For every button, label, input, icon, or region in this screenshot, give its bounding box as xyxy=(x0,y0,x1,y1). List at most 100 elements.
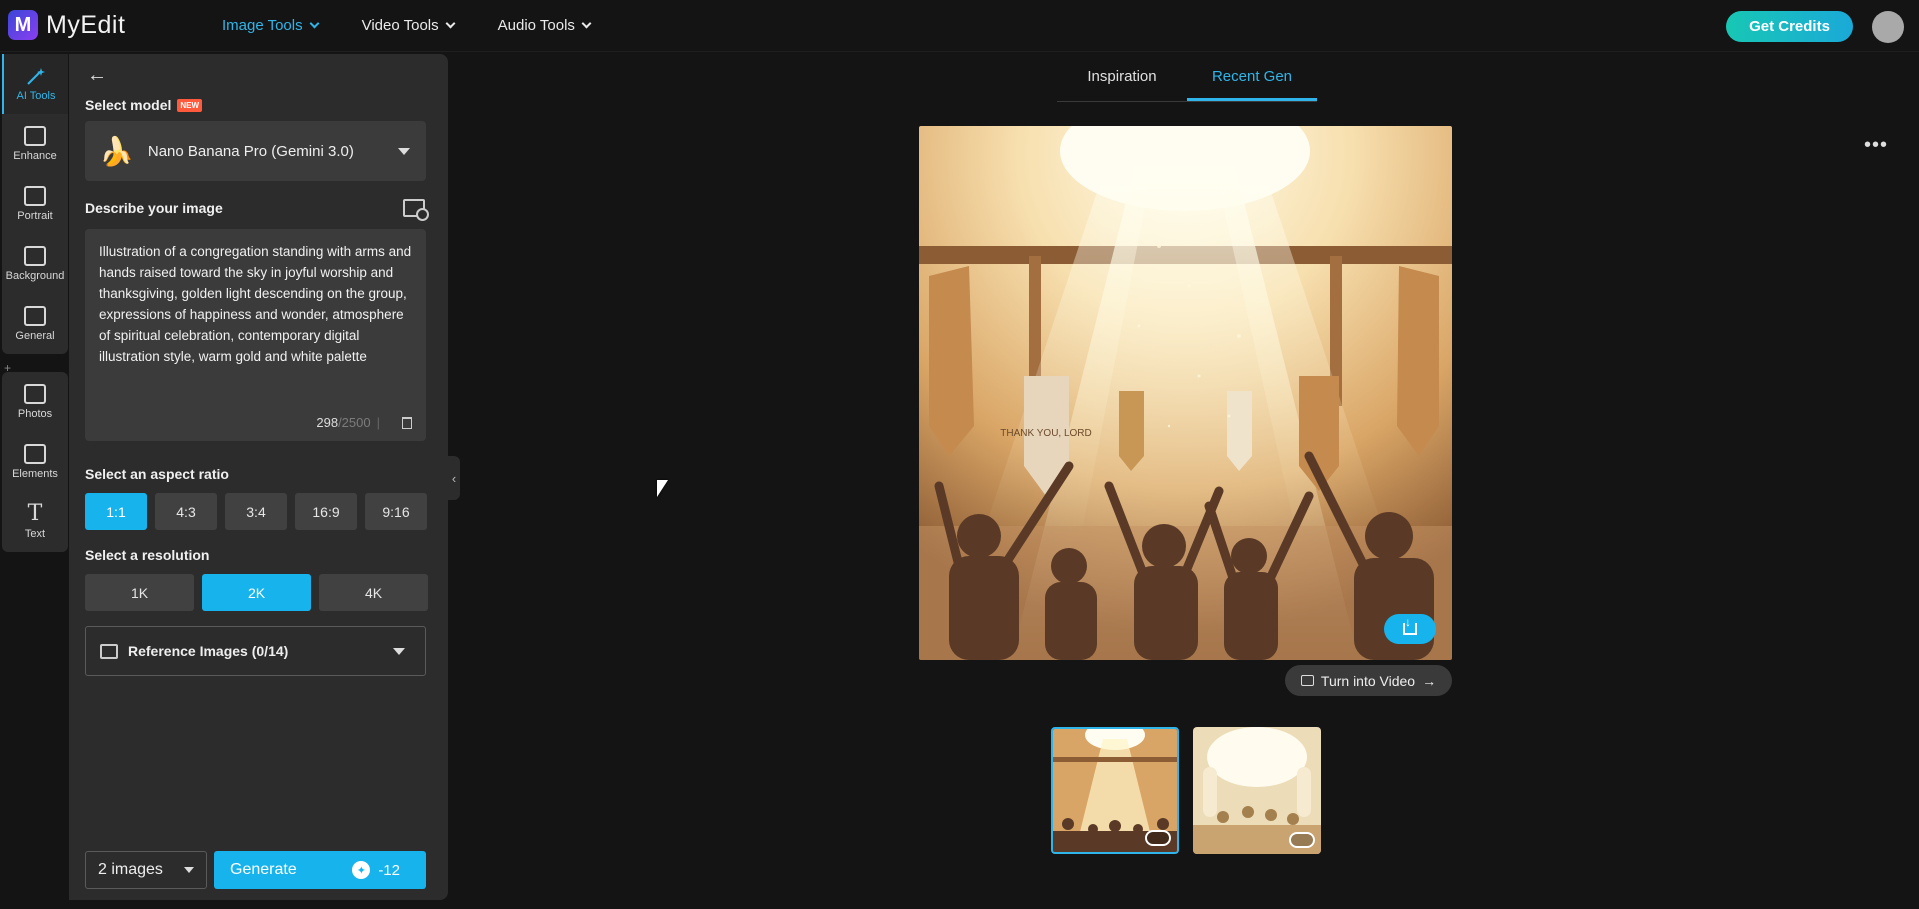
video-icon xyxy=(1300,675,1314,686)
resolution-1k[interactable]: 1K xyxy=(85,574,194,611)
aspect-3-4[interactable]: 3:4 xyxy=(225,493,287,530)
app-logo[interactable]: M MyEdit xyxy=(8,10,125,40)
top-bar: M MyEdit Image Tools Video Tools Audio T… xyxy=(0,0,1919,52)
rail-label: Enhance xyxy=(13,150,57,162)
worship-illustration: THANK YOU, LORD xyxy=(919,126,1452,660)
describe-label: Describe your image xyxy=(85,200,223,216)
rail-label: Background xyxy=(5,270,65,282)
general-icon xyxy=(24,306,46,326)
top-nav: Image Tools Video Tools Audio Tools xyxy=(222,17,592,34)
wand-icon xyxy=(27,68,45,85)
credit-coin-icon: ✦ xyxy=(352,861,371,879)
trash-icon[interactable] xyxy=(402,417,412,429)
nav-audio-tools[interactable]: Audio Tools xyxy=(497,17,592,34)
avatar[interactable] xyxy=(1872,11,1904,43)
rail-label: General xyxy=(15,330,55,342)
get-credits-button[interactable]: Get Credits xyxy=(1726,11,1853,42)
nav-label: Image Tools xyxy=(222,17,303,34)
cost-value: -12 xyxy=(378,861,400,879)
aspect-9-16[interactable]: 9:16 xyxy=(365,493,427,530)
caret-down-icon xyxy=(184,867,194,873)
reference-images-dropdown[interactable]: Reference Images (0/14) xyxy=(85,626,426,676)
count-value: 2 images xyxy=(98,861,163,878)
char-max: /2500 xyxy=(338,415,371,430)
generated-image[interactable]: THANK YOU, LORD xyxy=(919,126,1452,660)
reference-label: Reference Images (0/14) xyxy=(128,643,289,659)
tab-recent-gen[interactable]: Recent Gen xyxy=(1187,64,1317,101)
model-select[interactable]: 🍌 Nano Banana Pro (Gemini 3.0) xyxy=(85,121,426,181)
gallery-tabs: Inspiration Recent Gen xyxy=(1057,64,1317,102)
thumbnail-2[interactable] xyxy=(1193,727,1321,854)
aspect-16-9[interactable]: 16:9 xyxy=(295,493,357,530)
counter-separator: | xyxy=(376,415,380,430)
more-options-icon[interactable]: ••• xyxy=(1864,134,1888,157)
rail-item-photos[interactable]: Photos xyxy=(2,372,68,432)
text-icon: T xyxy=(27,501,43,526)
resolution-2k[interactable]: 2K xyxy=(202,574,311,611)
rail-group-assets: Photos Elements T Text xyxy=(2,372,68,552)
rail-item-ai-tools[interactable]: AI Tools xyxy=(2,54,68,114)
collapse-panel-button[interactable]: ‹ xyxy=(448,456,460,500)
new-badge: NEW xyxy=(177,99,203,112)
banner-text: THANK YOU, LORD xyxy=(1000,428,1092,439)
logo-mark: M xyxy=(8,10,38,40)
rail-item-portrait[interactable]: Portrait xyxy=(2,174,68,234)
nav-label: Audio Tools xyxy=(497,17,575,34)
nav-video-tools[interactable]: Video Tools xyxy=(361,17,456,34)
resolution-4k[interactable]: 4K xyxy=(319,574,428,611)
chevron-down-icon xyxy=(445,18,456,29)
rail-group-tools: AI Tools Enhance Portrait Background Gen… xyxy=(2,54,68,354)
chevron-down-icon xyxy=(309,18,320,29)
rail-item-background[interactable]: Background xyxy=(2,234,68,294)
enhance-icon xyxy=(24,126,46,146)
arrow-right-icon: → xyxy=(1422,672,1437,689)
image-icon xyxy=(100,643,118,659)
prompt-textarea[interactable]: Illustration of a congregation standing … xyxy=(85,229,426,441)
aspect-1-1[interactable]: 1:1 xyxy=(85,493,147,530)
resolution-options: 1K 2K 4K xyxy=(85,574,428,611)
caret-down-icon xyxy=(393,648,405,655)
back-arrow-icon[interactable]: ← xyxy=(87,64,107,87)
rail-label: Photos xyxy=(17,408,53,420)
generate-cost: ✦ -12 xyxy=(352,861,400,879)
download-icon xyxy=(1403,615,1417,635)
char-counter: 298/2500 | xyxy=(316,415,386,430)
photos-icon xyxy=(24,384,46,404)
nav-label: Video Tools xyxy=(361,17,439,34)
char-count: 298 xyxy=(316,415,339,430)
cloud-saved-icon xyxy=(1145,830,1171,846)
rail-label: Elements xyxy=(12,468,58,480)
rail-label: Text xyxy=(24,528,46,540)
resolution-label: Select a resolution xyxy=(85,547,210,563)
model-value: Nano Banana Pro (Gemini 3.0) xyxy=(147,142,354,160)
prompt-text[interactable]: Illustration of a congregation standing … xyxy=(99,241,417,367)
select-model-label: Select model NEW xyxy=(85,97,203,113)
image-prompt-icon[interactable] xyxy=(403,199,429,221)
aspect-label: Select an aspect ratio xyxy=(85,466,229,482)
banana-icon: 🍌 xyxy=(99,135,134,167)
caret-down-icon xyxy=(398,148,410,155)
chevron-left-icon: ‹ xyxy=(451,470,457,486)
mouse-cursor-icon xyxy=(657,480,668,497)
download-button[interactable] xyxy=(1384,614,1436,644)
generate-label: Generate xyxy=(230,861,297,878)
tab-inspiration[interactable]: Inspiration xyxy=(1057,64,1187,101)
label-text: Select model xyxy=(85,97,172,113)
cloud-saved-icon xyxy=(1289,832,1315,848)
rail-item-enhance[interactable]: Enhance xyxy=(2,114,68,174)
tool-rail: AI Tools Enhance Portrait Background Gen… xyxy=(0,54,69,909)
image-count-select[interactable]: 2 images xyxy=(85,851,207,889)
elements-icon xyxy=(24,444,46,464)
aspect-4-3[interactable]: 4:3 xyxy=(155,493,217,530)
generate-button[interactable]: Generate ✦ -12 xyxy=(214,851,426,889)
thumbnail-1[interactable] xyxy=(1051,727,1179,854)
background-icon xyxy=(24,246,46,266)
nav-image-tools[interactable]: Image Tools xyxy=(222,17,320,34)
rail-label: Portrait xyxy=(17,210,53,222)
turn-into-video-button[interactable]: Turn into Video → xyxy=(1285,665,1452,696)
rail-item-general[interactable]: General xyxy=(2,294,68,354)
aspect-options: 1:1 4:3 3:4 16:9 9:16 xyxy=(85,493,427,530)
rail-item-elements[interactable]: Elements xyxy=(2,432,68,492)
rail-item-text[interactable]: T Text xyxy=(2,492,68,552)
settings-panel: ← Select model NEW 🍌 Nano Banana Pro (Gem… xyxy=(69,54,448,900)
